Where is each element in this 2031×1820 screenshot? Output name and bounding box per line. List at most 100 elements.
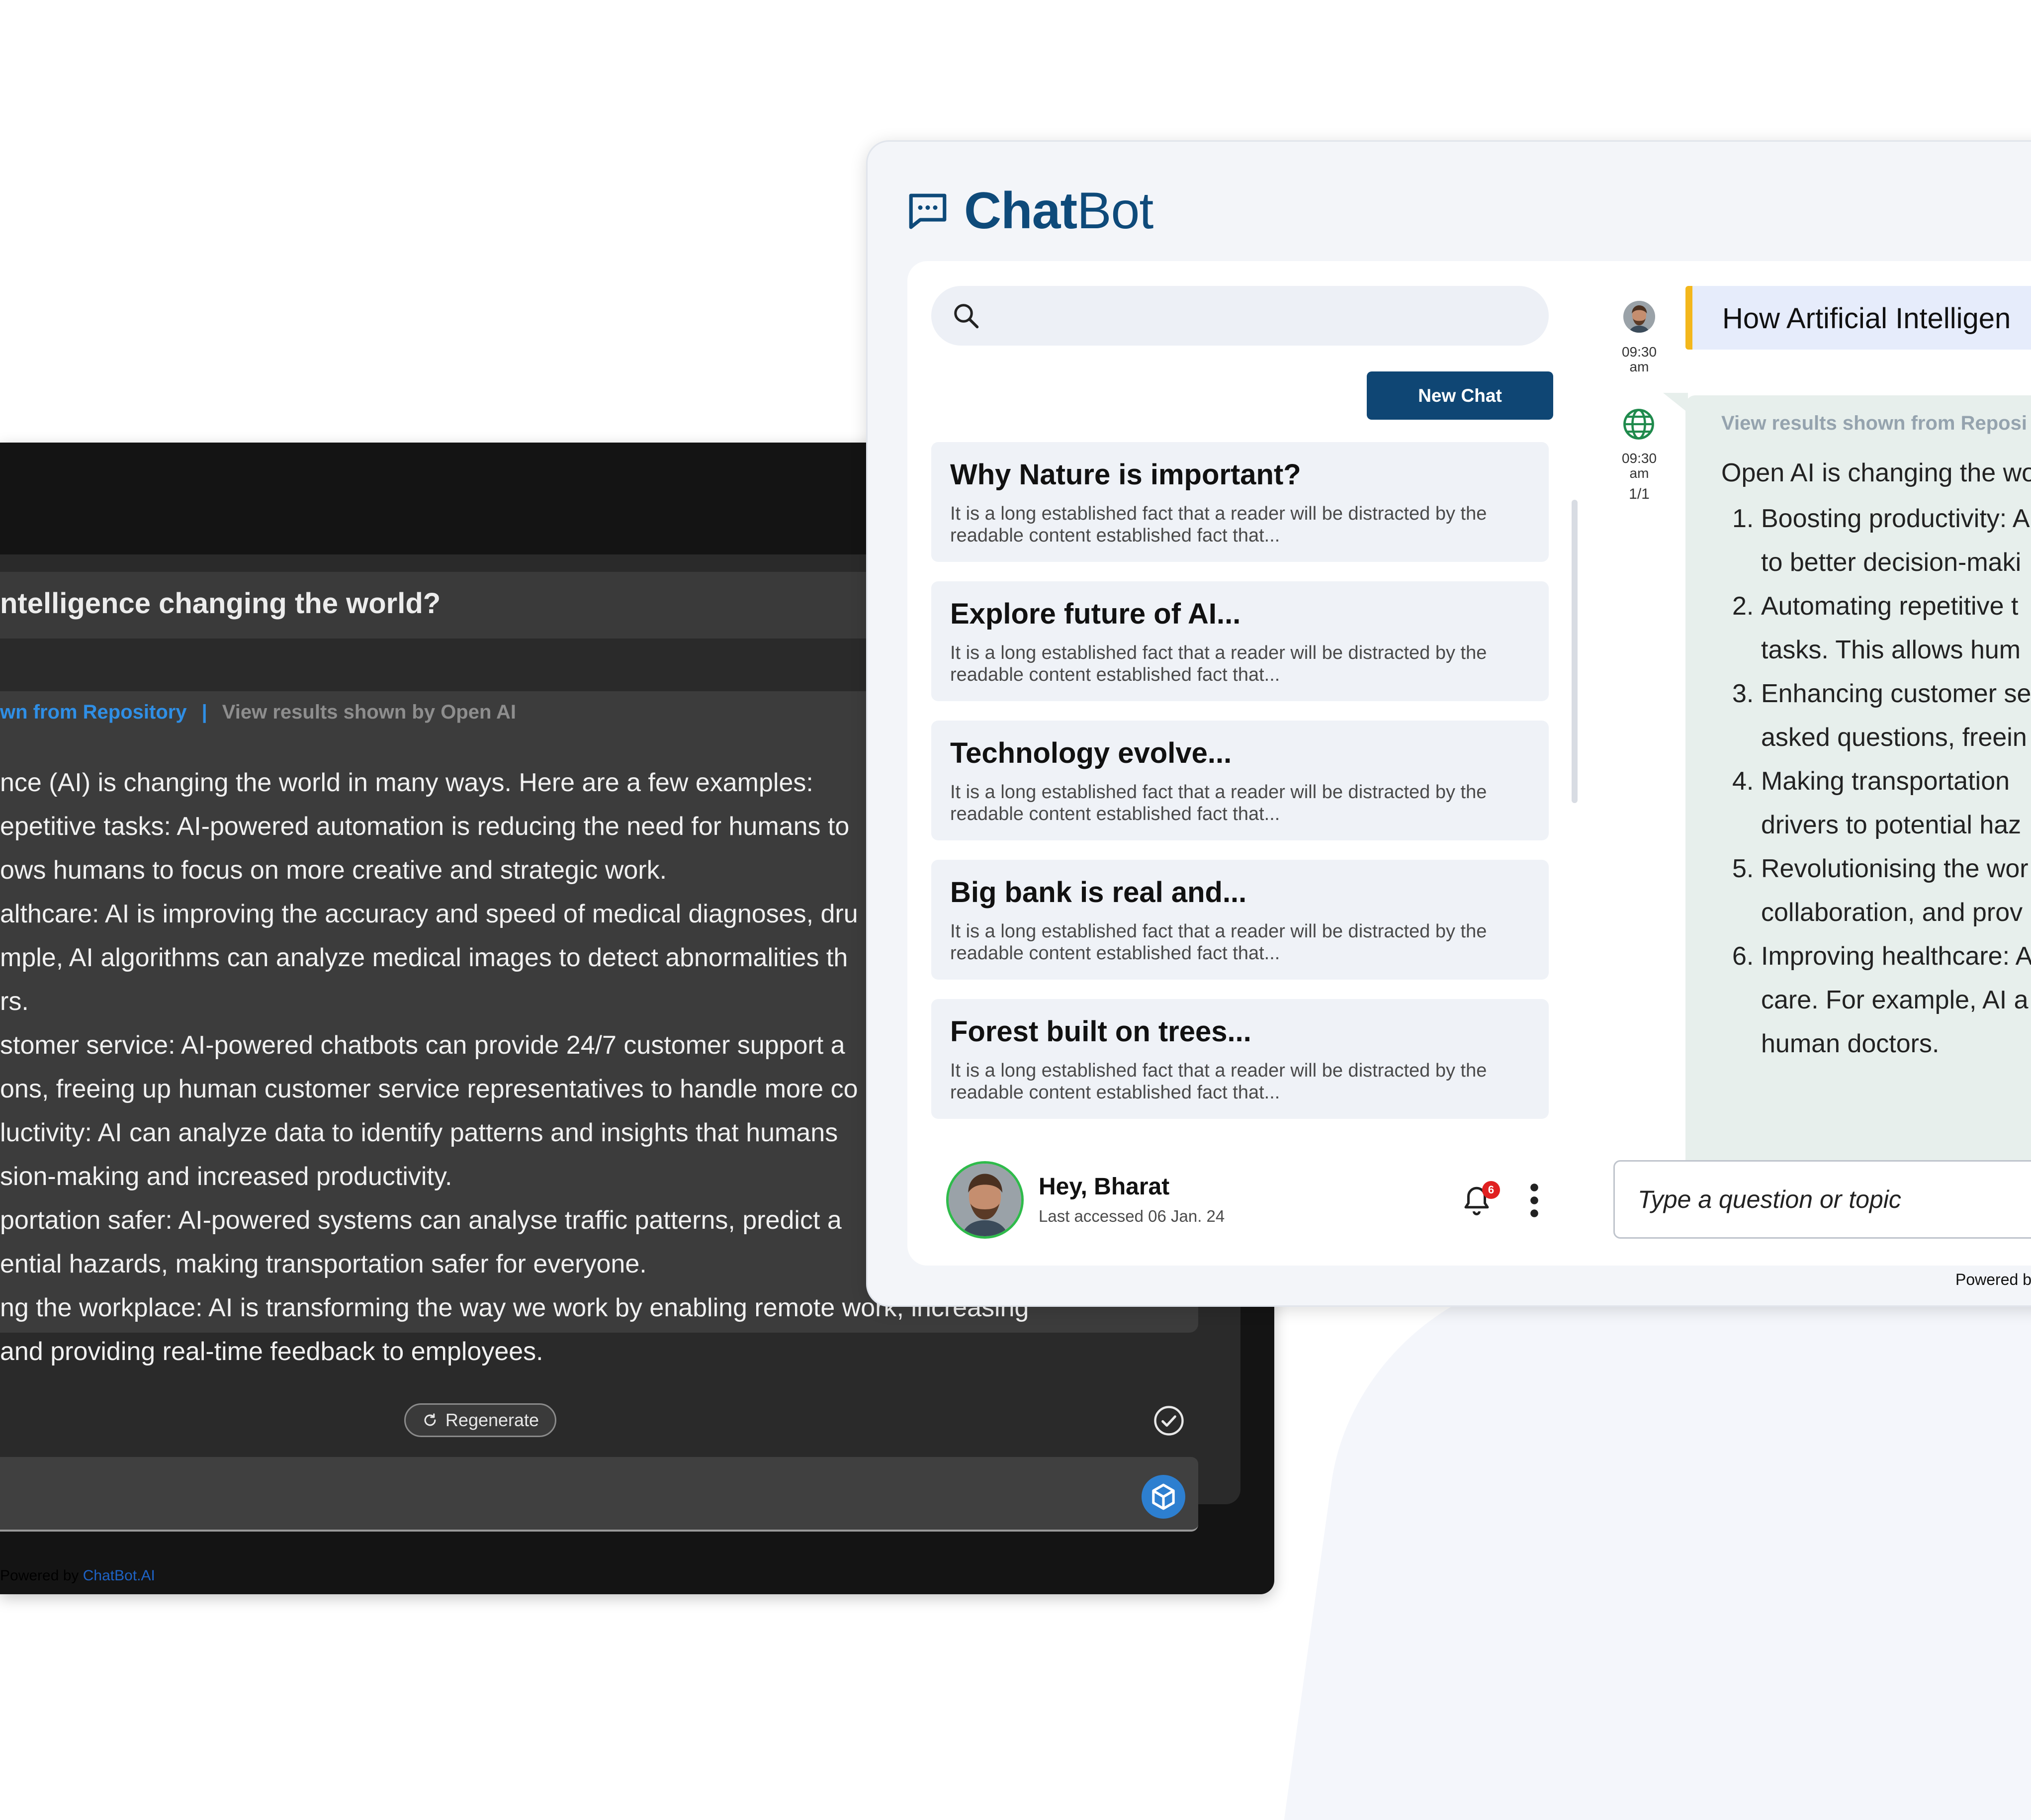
kebab-icon[interactable] (1528, 1180, 1541, 1221)
user-message-time: 09:30 am (1616, 345, 1663, 374)
list-line: Enhancing customer se (1761, 679, 2031, 708)
brand-name-bold: Chat (964, 182, 1077, 240)
chat-item-title: Why Nature is important? (950, 458, 1301, 491)
list-item: 4. Making transportation (1721, 759, 2031, 803)
user-question-bubble: How Artificial Intelligen (1685, 286, 2031, 350)
chat-item-title: Big bank is real and... (950, 876, 1247, 909)
bot-answer-bubble: View results shown from Reposi Open AI i… (1685, 395, 2031, 1231)
chat-icon (909, 193, 947, 229)
brand-name-rest: Bot (1077, 182, 1153, 240)
regenerate-label: Regenerate (445, 1410, 539, 1430)
chat-item-preview: It is a long established fact that a rea… (950, 642, 1487, 685)
dark-answer-line: and providing real-time feedback to empl… (0, 1337, 543, 1366)
list-line: Improving healthcare: A (1761, 942, 2031, 971)
list-number: 2. (1732, 592, 1754, 621)
chat-history-item[interactable]: Big bank is real and... It is a long est… (931, 860, 1549, 980)
globe-icon (1623, 409, 1654, 440)
list-item: 1. Boosting productivity: A (1721, 497, 2031, 541)
user-question-text: How Artificial Intelligen (1722, 302, 2011, 335)
avatar-face-icon (949, 1164, 1021, 1236)
answer-intro: Open AI is changing the wo (1721, 458, 2031, 487)
dark-link-separator: | (201, 701, 207, 723)
regenerate-button[interactable]: Regenerate (404, 1403, 556, 1437)
chat-list-scrollbar[interactable] (1572, 500, 1578, 803)
list-number: 6. (1732, 942, 1754, 971)
chat-item-preview: It is a long established fact that a rea… (950, 503, 1487, 546)
chat-history-item[interactable]: Why Nature is important? It is a long es… (931, 442, 1549, 562)
search-icon (954, 304, 979, 329)
chat-item-title: Forest built on trees... (950, 1015, 1251, 1048)
user-time: 09:30 (1621, 344, 1657, 360)
list-line: drivers to potential haz (1761, 811, 2022, 839)
question-input-box (1613, 1160, 2031, 1239)
list-item: to better decision-maki (1721, 541, 2031, 584)
dark-source-links: wn from Repository | View results shown by… (0, 701, 516, 724)
chat-item-preview: It is a long established fact that a rea… (950, 1060, 1487, 1103)
dark-message-input[interactable] (0, 1457, 1198, 1532)
repository-results-link[interactable]: View results shown from Reposi (1721, 412, 2027, 435)
list-line: asked questions, freein (1761, 723, 2027, 752)
bot-page-indicator[interactable]: 1/1 (1616, 487, 1663, 502)
list-item: collaboration, and prov (1721, 891, 2031, 934)
list-item: tasks. This allows hum (1721, 628, 2031, 672)
question-input[interactable] (1637, 1182, 2031, 1217)
background-shape (1284, 1273, 2031, 1820)
chat-history-item[interactable]: Forest built on trees... It is a long es… (931, 999, 1549, 1119)
chat-item-title: Technology evolve... (950, 737, 1232, 769)
list-item: asked questions, freein (1721, 716, 2031, 759)
bot-time: 09:30 (1621, 451, 1657, 466)
search-input[interactable] (931, 286, 1549, 346)
user-message-avatar (1623, 301, 1655, 333)
avatar-face-icon (1623, 301, 1655, 333)
cube-send-icon[interactable] (1142, 1475, 1185, 1519)
refresh-icon (424, 1413, 436, 1426)
chat-item-title: Explore future of AI... (950, 598, 1241, 630)
chat-history-list: Why Nature is important? It is a long es… (931, 442, 1549, 1138)
list-line: care. For example, AI a (1761, 986, 2029, 1014)
powered-by-label: Powered by (1955, 1271, 2031, 1288)
list-line: collaboration, and prov (1761, 898, 2023, 927)
dark-link-repository[interactable]: wn from Repository (0, 701, 187, 723)
notification-badge: 6 (1482, 1181, 1500, 1199)
list-item: care. For example, AI a (1721, 978, 2031, 1022)
last-accessed: Last accessed 06 Jan. 24 (1039, 1207, 1225, 1225)
brand-name: ChatBot (964, 182, 1153, 241)
list-item: drivers to potential haz (1721, 803, 2031, 847)
dark-powered-brand[interactable]: ChatBot.AI (83, 1567, 155, 1584)
dark-question-text: ntelligence changing the world? (0, 587, 441, 620)
list-number: 3. (1732, 679, 1754, 708)
list-line: to better decision-maki (1761, 548, 2022, 577)
chat-item-preview: It is a long established fact that a rea… (950, 921, 1487, 964)
answer-bubble-tail (1663, 393, 1688, 413)
user-ampm: am (1629, 359, 1649, 374)
list-item: human doctors. (1721, 1022, 2031, 1066)
list-number: 1. (1732, 504, 1754, 533)
list-item: 2. Automating repetitive t (1721, 584, 2031, 628)
list-number: 5. (1732, 854, 1754, 883)
user-greeting: Hey, Bharat (1039, 1174, 1170, 1200)
chatbot-window: ChatBot New Chat Why Nature is important… (866, 140, 2031, 1307)
chat-history-item[interactable]: Technology evolve... It is a long establ… (931, 721, 1549, 840)
list-item: 5. Revolutionising the wor (1721, 847, 2031, 891)
chat-history-item[interactable]: Explore future of AI... It is a long est… (931, 581, 1549, 701)
dark-powered-prefix: Powered by (0, 1567, 83, 1584)
new-chat-button[interactable]: New Chat (1367, 371, 1553, 420)
list-item: 6. Improving healthcare: A (1721, 934, 2031, 978)
chat-item-preview: It is a long established fact that a rea… (950, 782, 1487, 824)
list-line: human doctors. (1761, 1029, 1940, 1058)
list-item: 3. Enhancing customer se (1721, 672, 2031, 716)
list-line: Revolutionising the wor (1761, 854, 2029, 883)
answer-list: 1. Boosting productivity: A to better dec… (1721, 497, 2031, 1066)
avatar[interactable] (946, 1161, 1024, 1239)
bot-message-meta: 09:30 am 1/1 (1616, 451, 1663, 502)
list-line: tasks. This allows hum (1761, 636, 2021, 664)
list-line: Making transportation (1761, 767, 2010, 796)
dark-powered-by: Powered by ChatBot.AI (0, 1567, 155, 1584)
bot-ampm: am (1629, 465, 1649, 481)
list-line: Boosting productivity: A (1761, 504, 2030, 533)
brand-logo: ChatBot (905, 182, 1153, 241)
list-number: 4. (1732, 767, 1754, 796)
check-circle-icon[interactable] (1152, 1404, 1185, 1437)
list-line: Automating repetitive t (1761, 592, 2019, 621)
dark-link-openai[interactable]: View results shown by Open AI (222, 701, 516, 723)
